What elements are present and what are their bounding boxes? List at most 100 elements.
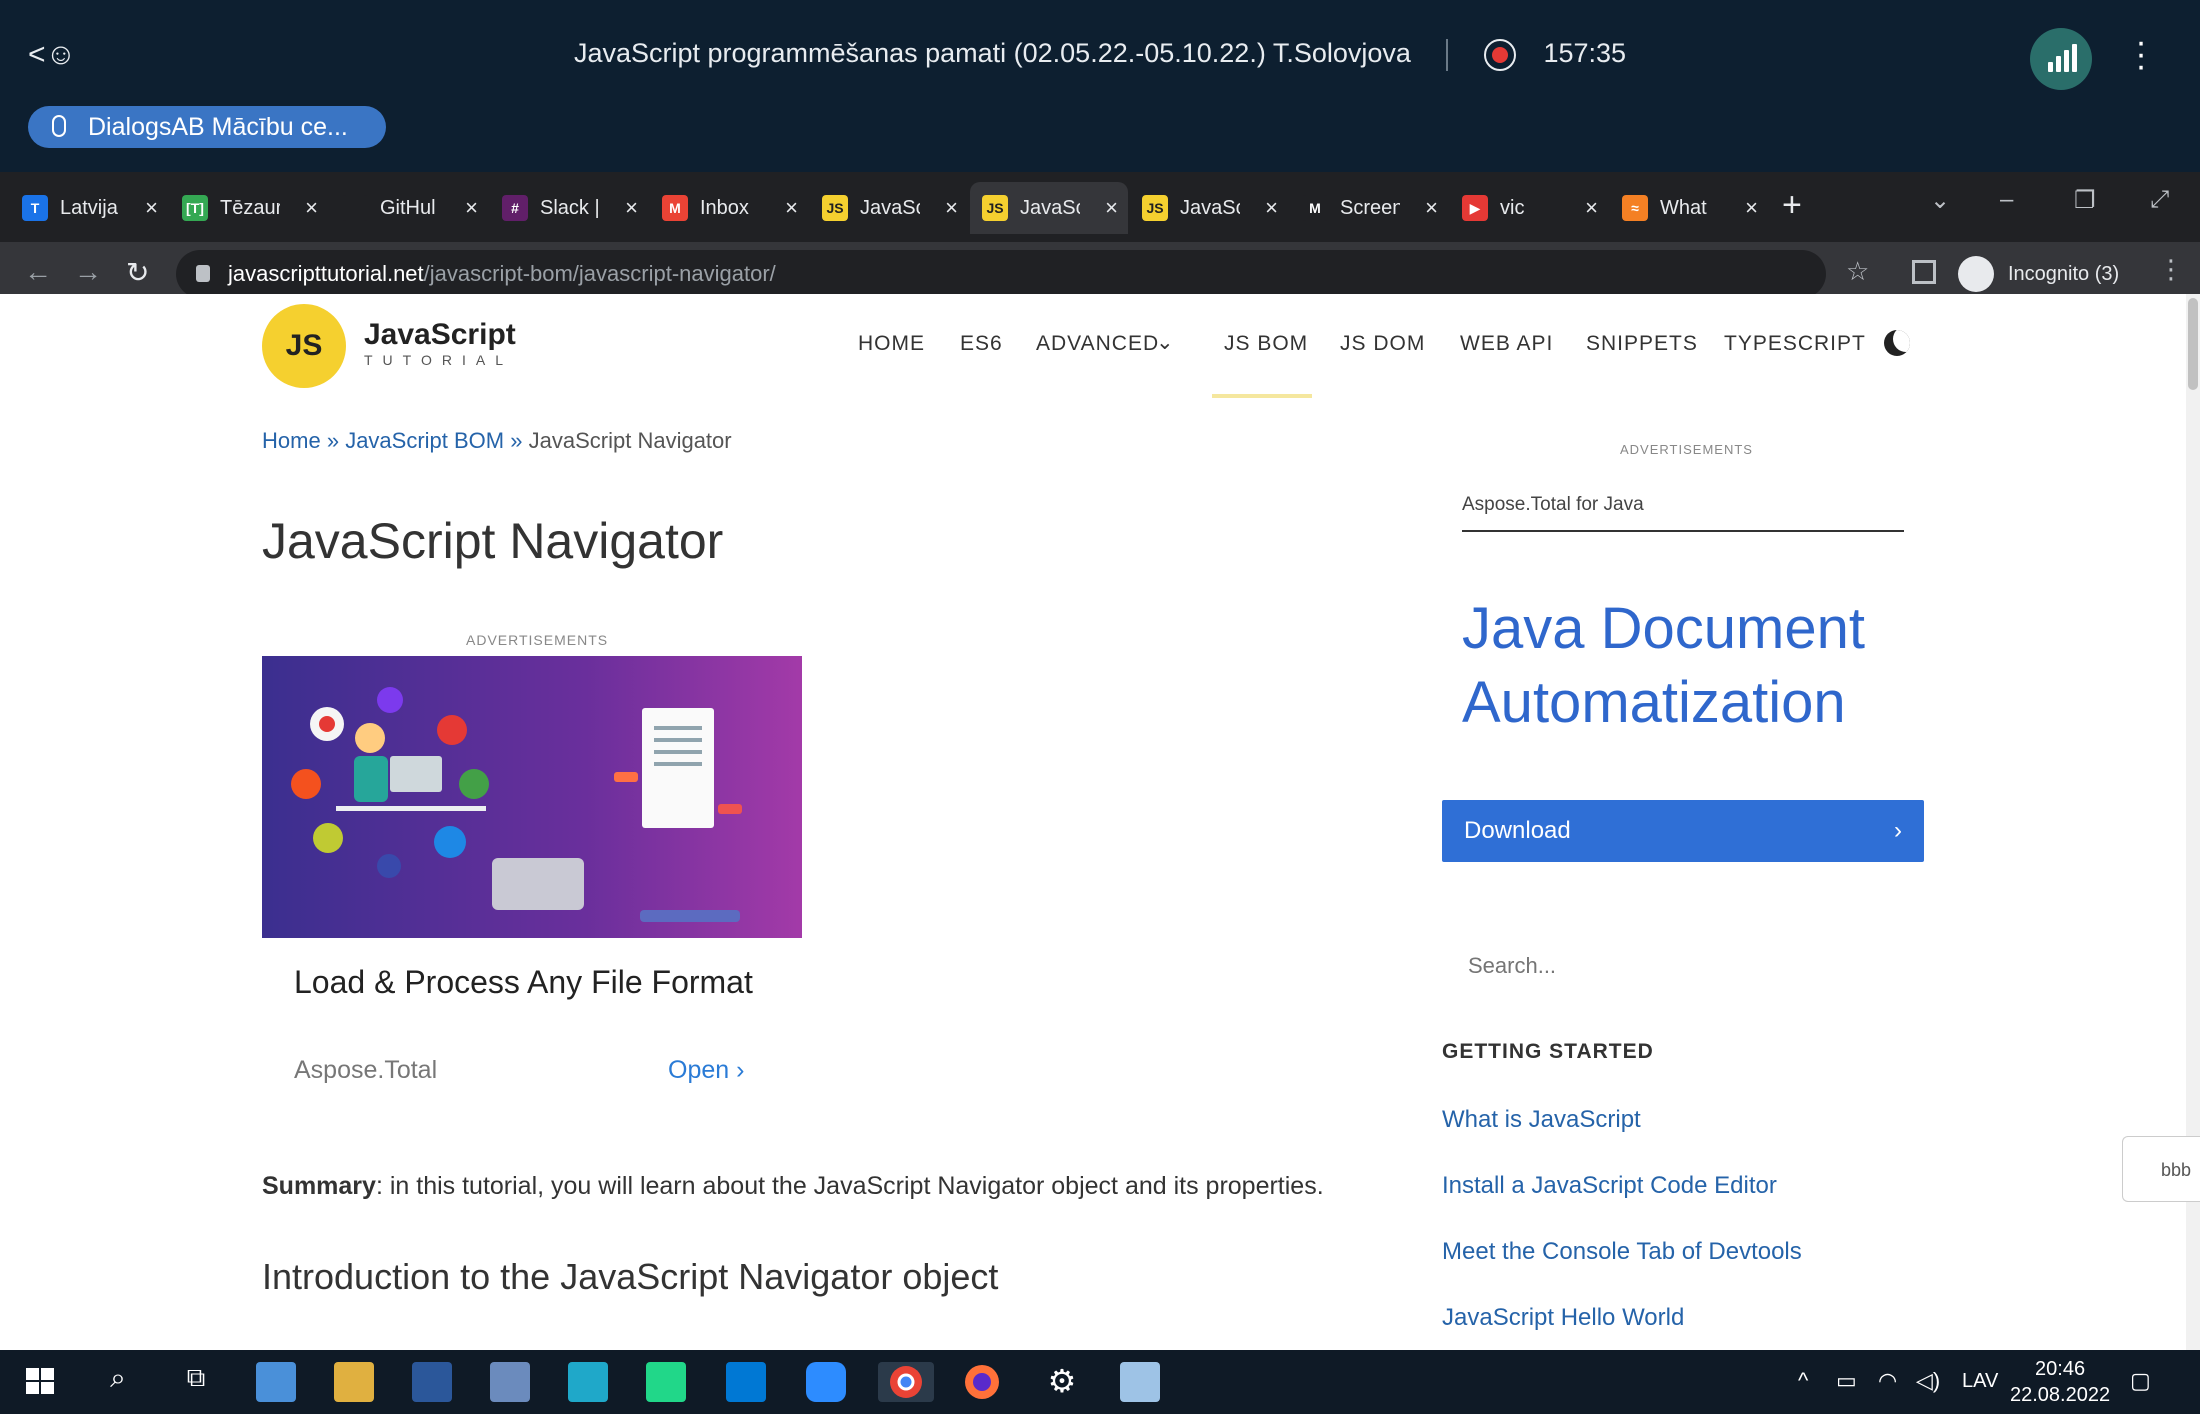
signal-strength-icon[interactable] xyxy=(2030,28,2092,90)
active-speaker-pill[interactable]: DialogsAB Mācību ce... xyxy=(28,106,386,148)
outlook-icon[interactable] xyxy=(256,1362,296,1402)
minimize-icon[interactable]: – xyxy=(2000,186,2013,214)
settings-icon[interactable]: ⚙ xyxy=(1042,1362,1082,1402)
browser-tab[interactable]: JS JavaSc × xyxy=(970,182,1128,234)
webstorm-icon[interactable] xyxy=(568,1362,608,1402)
dark-mode-icon[interactable] xyxy=(1884,330,1910,356)
forward-icon[interactable]: → xyxy=(74,256,102,288)
sidebar-link[interactable]: Meet the Console Tab of Devtools xyxy=(1442,1238,1802,1266)
search-icon[interactable]: ⌕ xyxy=(98,1362,138,1402)
floating-side-tab[interactable]: bbb xyxy=(2122,1136,2200,1202)
close-tab-icon[interactable]: × xyxy=(145,182,158,234)
nav-item-home[interactable]: HOME xyxy=(858,332,925,356)
sidebar-link[interactable]: What is JavaScript xyxy=(1442,1106,1641,1134)
close-tab-icon[interactable]: × xyxy=(1585,182,1598,234)
close-tab-icon[interactable]: × xyxy=(945,182,958,234)
nav-item-es6[interactable]: ES6 xyxy=(960,332,1003,356)
browser-tab[interactable]: T Latvija × xyxy=(10,182,168,234)
chrome-icon[interactable] xyxy=(878,1362,934,1402)
main-advertisement[interactable]: Load & Process Any File Format Aspose.To… xyxy=(262,656,802,1106)
input-language[interactable]: LAV xyxy=(1962,1370,1998,1393)
browser-tab[interactable]: ▶ vic × xyxy=(1450,182,1608,234)
new-tab-icon[interactable]: + xyxy=(1782,186,1802,225)
browser-tab[interactable]: [T] Tēzaur × xyxy=(170,182,328,234)
close-tab-icon[interactable]: × xyxy=(305,182,318,234)
nav-item-typescript[interactable]: TYPESCRIPT xyxy=(1724,332,1866,356)
close-tab-icon[interactable]: × xyxy=(625,182,638,234)
close-tab-icon[interactable]: × xyxy=(1265,182,1278,234)
search-input[interactable] xyxy=(1442,934,1924,998)
address-bar[interactable]: javascripttutorial.net/javascript-bom/ja… xyxy=(176,250,1826,298)
browser-tab[interactable]: M Screen × xyxy=(1290,182,1448,234)
app-icon[interactable] xyxy=(1120,1362,1160,1402)
fullscreen-icon[interactable]: ⤢ xyxy=(2150,186,2169,214)
tab-favicon-icon: JS xyxy=(1142,195,1168,221)
browser-tab[interactable]: M Inbox × xyxy=(650,182,808,234)
browser-tab[interactable]: GitHul × xyxy=(330,182,488,234)
close-tab-icon[interactable]: × xyxy=(1745,182,1758,234)
zoom-icon[interactable] xyxy=(806,1362,846,1402)
breadcrumb-separator: » xyxy=(326,428,340,453)
logo-title: JavaScript xyxy=(364,318,516,351)
chevron-down-icon: ⌄ xyxy=(1156,331,1175,354)
firefox-icon[interactable] xyxy=(962,1362,1002,1402)
app-icon[interactable] xyxy=(490,1362,530,1402)
ad-title[interactable]: Load & Process Any File Format xyxy=(294,964,753,1001)
sidebar-advertisement[interactable]: Aspose.Total for Java Java Document Auto… xyxy=(1442,464,1924,864)
chevron-up-icon[interactable]: ^ xyxy=(1798,1368,1808,1394)
breadcrumb-section[interactable]: JavaScript BOM xyxy=(345,428,504,453)
notifications-icon[interactable]: ▢ xyxy=(2130,1368,2151,1394)
ad-illustration[interactable] xyxy=(262,656,802,938)
volume-icon[interactable]: ◁) xyxy=(1916,1368,1940,1394)
task-view-icon[interactable]: ⧉ xyxy=(176,1362,216,1402)
logo-subtitle: TUTORIAL xyxy=(364,352,513,368)
bookmark-star-icon[interactable]: ☆ xyxy=(1846,256,1869,287)
tab-search-icon[interactable]: ⌄ xyxy=(1930,186,1950,215)
sidebar-link[interactable]: JavaScript Hello World xyxy=(1442,1304,1684,1332)
close-tab-icon[interactable]: × xyxy=(465,182,478,234)
browser-menu-icon[interactable]: ⋮ xyxy=(2158,254,2184,285)
more-options-icon[interactable]: · · · xyxy=(2126,25,2156,83)
back-icon[interactable]: ← xyxy=(24,256,52,288)
close-tab-icon[interactable]: × xyxy=(785,182,798,234)
nav-item-js-dom[interactable]: JS DOM xyxy=(1340,332,1425,356)
nav-item-advanced[interactable]: ADVANCED ⌄ xyxy=(1036,331,1174,356)
tab-favicon-icon: T xyxy=(22,195,48,221)
pycharm-icon[interactable] xyxy=(646,1362,686,1402)
browser-tab[interactable]: ≈ What × xyxy=(1610,182,1768,234)
breadcrumb-home[interactable]: Home xyxy=(262,428,321,453)
sidebar-link[interactable]: Install a JavaScript Code Editor xyxy=(1442,1172,1777,1200)
sidebar-section-title: GETTING STARTED xyxy=(1442,1040,1654,1063)
nav-item-js-bom[interactable]: JS BOM xyxy=(1224,332,1308,356)
system-clock[interactable]: 20:46 22.08.2022 xyxy=(2010,1356,2110,1408)
wifi-icon[interactable]: ◠ xyxy=(1878,1368,1897,1394)
incognito-indicator[interactable]: Incognito (3) xyxy=(1958,252,2119,296)
reload-icon[interactable]: ↻ xyxy=(126,256,149,289)
divider xyxy=(1462,530,1904,532)
close-tab-icon[interactable]: × xyxy=(1105,182,1118,234)
scrollbar-thumb[interactable] xyxy=(2188,298,2198,390)
logo-text[interactable]: JavaScript TUTORIAL xyxy=(364,318,516,368)
ad-headline[interactable]: Java Document Automatization xyxy=(1462,592,1922,740)
web-page: JS JavaScript TUTORIAL HOME ES6 ADVANCED ⌄ J… xyxy=(0,294,2200,1350)
download-button[interactable]: Download › xyxy=(1442,800,1924,862)
word-icon[interactable] xyxy=(412,1362,452,1402)
tab-label: Tēzaur xyxy=(220,197,280,219)
nav-item-snippets[interactable]: SNIPPETS xyxy=(1586,332,1698,356)
nav-item-web-api[interactable]: WEB API xyxy=(1460,332,1553,356)
restore-icon[interactable]: ❐ xyxy=(2074,186,2096,215)
chevron-right-icon: › xyxy=(1894,817,1902,844)
tab-favicon-icon: [T] xyxy=(182,195,208,221)
start-icon[interactable] xyxy=(22,1362,62,1402)
browser-tab[interactable]: # Slack | × xyxy=(490,182,648,234)
ad-open-button[interactable]: Open › xyxy=(668,1056,744,1085)
meeting-header: JavaScript programmēšanas pamati (02.05.… xyxy=(0,38,2200,71)
battery-icon[interactable]: ▭ xyxy=(1836,1368,1857,1394)
browser-tab[interactable]: JS JavaSc × xyxy=(810,182,968,234)
site-logo[interactable]: JS xyxy=(262,304,358,390)
close-tab-icon[interactable]: × xyxy=(1425,182,1438,234)
vscode-icon[interactable] xyxy=(726,1362,766,1402)
side-panel-icon[interactable] xyxy=(1912,260,1936,284)
file-explorer-icon[interactable] xyxy=(334,1362,374,1402)
browser-tab[interactable]: JS JavaSc × xyxy=(1130,182,1288,234)
